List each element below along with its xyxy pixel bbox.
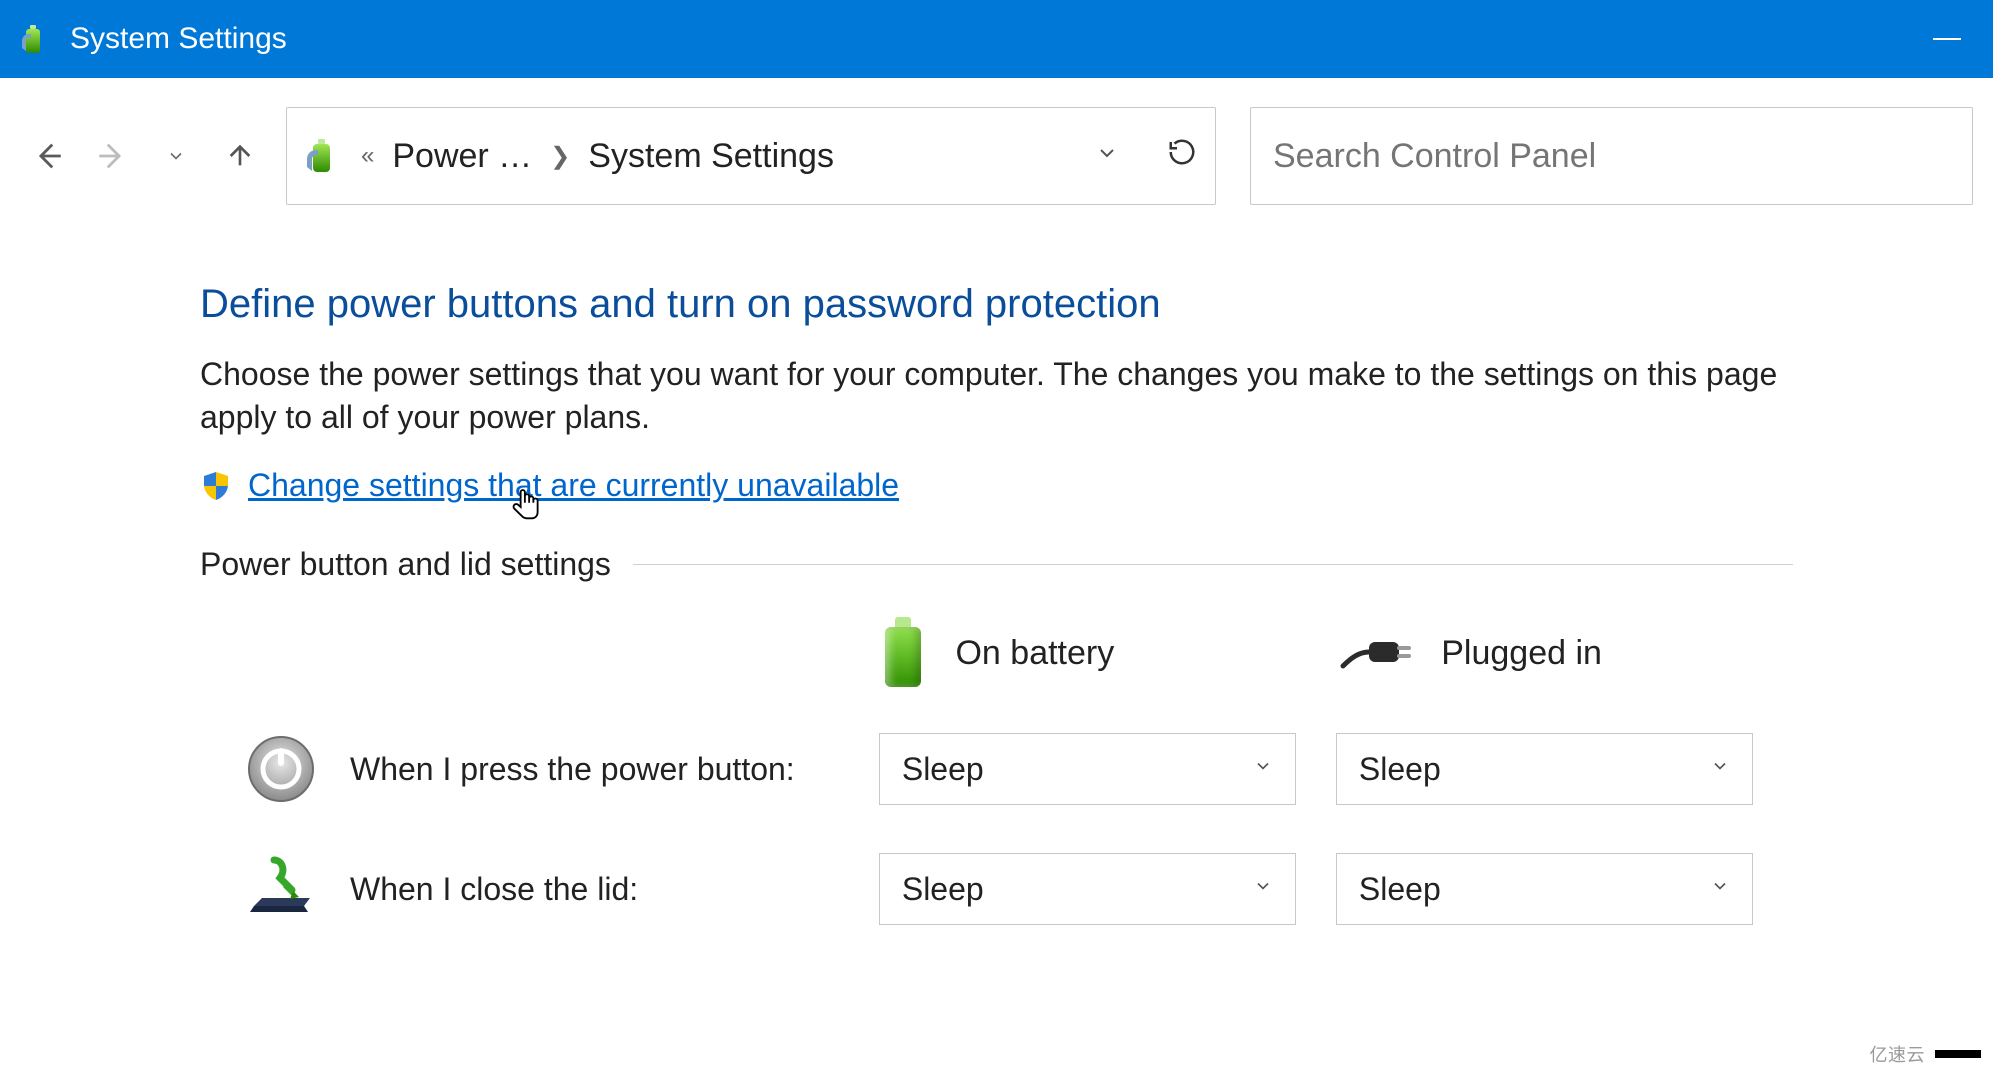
- chevron-down-icon: [1710, 876, 1730, 902]
- power-button-icon: [246, 734, 316, 804]
- refresh-button[interactable]: [1167, 137, 1197, 175]
- column-on-battery: On battery: [877, 617, 1335, 689]
- search-box[interactable]: [1250, 107, 1973, 205]
- chevron-down-icon: [1710, 756, 1730, 782]
- column-headers: On battery Plugged in: [200, 617, 1793, 689]
- setting-row-close-lid: When I close the lid: Sleep Sleep: [200, 853, 1793, 925]
- uac-shield-icon: [200, 470, 232, 502]
- nav-row: « Power … ❯ System Settings: [0, 96, 1993, 216]
- chevron-down-icon: [1253, 876, 1273, 902]
- dropdown-power-button-battery[interactable]: Sleep: [879, 733, 1296, 805]
- titlebar: System Settings: [0, 0, 1993, 78]
- dropdown-value: Sleep: [902, 871, 984, 908]
- back-button[interactable]: [20, 128, 76, 184]
- location-icon: [301, 135, 343, 177]
- dropdown-close-lid-battery[interactable]: Sleep: [879, 853, 1296, 925]
- close-lid-icon: [246, 854, 316, 924]
- change-unavailable-settings-link[interactable]: Change settings that are currently unava…: [248, 467, 899, 504]
- column-on-battery-label: On battery: [955, 634, 1114, 673]
- setting-row-power-button: When I press the power button: Sleep Sle…: [200, 733, 1793, 805]
- page-description: Choose the power settings that you want …: [200, 353, 1793, 439]
- address-dropdown-icon[interactable]: [1095, 141, 1119, 172]
- window-title: System Settings: [70, 22, 287, 56]
- setting-label-close-lid: When I close the lid:: [350, 871, 879, 908]
- dropdown-close-lid-plugged[interactable]: Sleep: [1336, 853, 1753, 925]
- column-plugged-in: Plugged in: [1335, 628, 1793, 678]
- dropdown-value: Sleep: [1359, 751, 1441, 788]
- setting-label-power-button: When I press the power button:: [350, 751, 879, 788]
- dropdown-value: Sleep: [1359, 871, 1441, 908]
- content-area: Define power buttons and turn on passwor…: [0, 216, 1993, 925]
- search-input[interactable]: [1273, 137, 1950, 176]
- watermark-text: 亿速云: [1870, 1041, 1926, 1067]
- column-plugged-in-label: Plugged in: [1441, 634, 1602, 673]
- watermark: 亿速云: [1870, 1041, 1982, 1067]
- admin-link-row: Change settings that are currently unava…: [200, 467, 1793, 504]
- battery-icon: [877, 617, 929, 689]
- dropdown-power-button-plugged[interactable]: Sleep: [1336, 733, 1753, 805]
- section-rule: [633, 564, 1793, 565]
- page-heading: Define power buttons and turn on passwor…: [200, 282, 1793, 327]
- section-header-row: Power button and lid settings: [200, 546, 1793, 583]
- forward-button[interactable]: [84, 128, 140, 184]
- breadcrumb-overflow-icon[interactable]: «: [361, 142, 374, 170]
- chevron-down-icon: [1253, 756, 1273, 782]
- breadcrumb-separator-icon: ❯: [550, 142, 570, 171]
- recent-locations-button[interactable]: [148, 128, 204, 184]
- breadcrumb-item-system-settings[interactable]: System Settings: [588, 137, 834, 176]
- app-icon: [16, 21, 52, 57]
- section-header: Power button and lid settings: [200, 546, 611, 583]
- breadcrumb-item-power[interactable]: Power …: [392, 137, 532, 176]
- dropdown-value: Sleep: [902, 751, 984, 788]
- minimize-button[interactable]: [1917, 19, 1977, 59]
- plug-icon: [1335, 628, 1415, 678]
- address-bar[interactable]: « Power … ❯ System Settings: [286, 107, 1216, 205]
- up-button[interactable]: [212, 128, 268, 184]
